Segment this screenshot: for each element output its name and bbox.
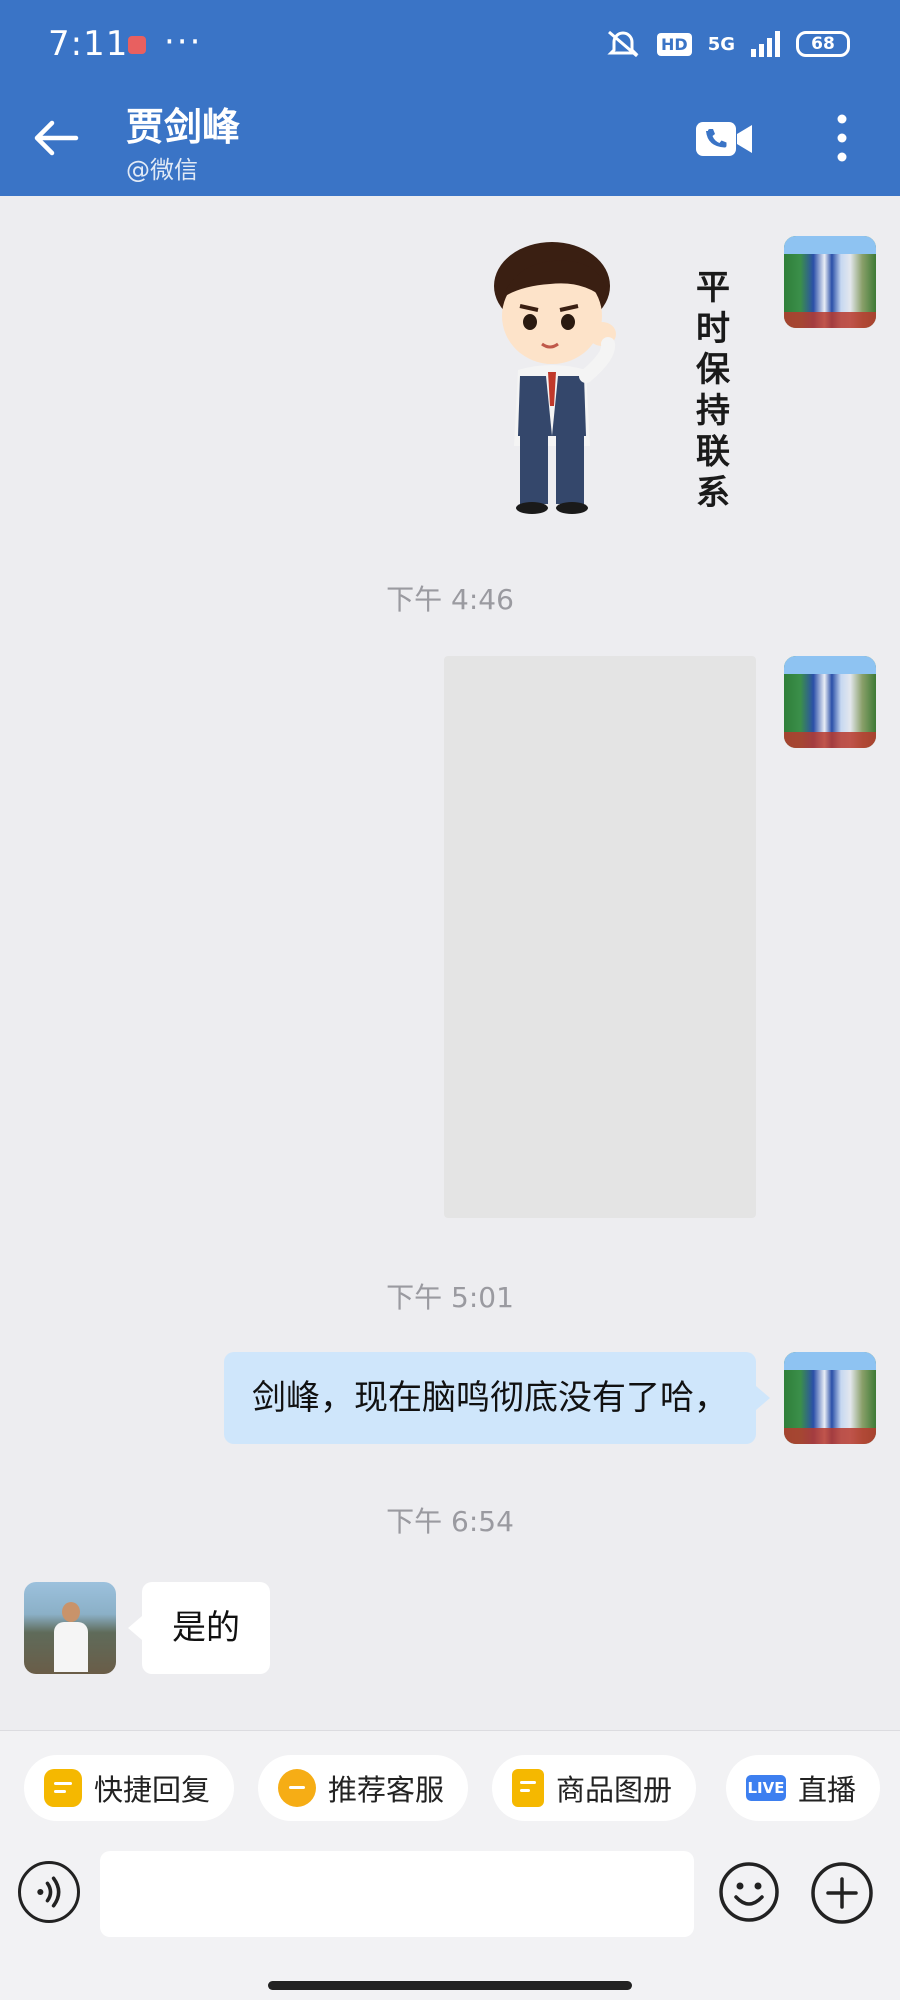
recommend-service-button[interactable]: 推荐客服 (258, 1755, 469, 1821)
video-call-icon[interactable] (696, 120, 754, 158)
back-arrow-icon[interactable] (30, 112, 82, 164)
quick-reply-button[interactable]: 快捷回复 (24, 1755, 235, 1821)
timestamp: 下午 4:46 (386, 583, 514, 616)
my-avatar[interactable] (784, 1352, 876, 1444)
plus-icon[interactable] (810, 1861, 874, 1925)
battery-icon: 68 (796, 31, 850, 57)
emoji-icon[interactable] (718, 1861, 780, 1923)
contact-source: @微信 (126, 156, 198, 184)
live-button[interactable]: LIVE 直播 (726, 1755, 881, 1821)
sticker-caption: 平时保持联系 (696, 268, 730, 513)
contact-photo (54, 1602, 88, 1674)
timestamp: 下午 6:54 (386, 1505, 514, 1538)
product-album-button[interactable]: 商品图册 (492, 1755, 697, 1821)
contact-avatar[interactable] (24, 1582, 116, 1674)
my-avatar[interactable] (784, 656, 876, 748)
more-options-icon[interactable] (830, 112, 854, 164)
home-indicator[interactable] (268, 1981, 632, 1990)
live-label: 直播 (798, 1773, 857, 1807)
hd-badge: HD (657, 32, 692, 56)
image-message[interactable] (444, 656, 756, 1218)
recommend-service-icon (278, 1769, 316, 1807)
timestamp: 下午 5:01 (386, 1281, 514, 1314)
quick-reply-icon (44, 1769, 82, 1807)
voice-input-icon[interactable] (18, 1861, 80, 1923)
contact-name: 贾剑峰 (126, 105, 241, 149)
mute-icon (607, 30, 639, 58)
product-album-icon (512, 1769, 544, 1807)
header-bar: 7:11 ··· HD 5G 68 贾剑峰 @微信 (0, 0, 900, 196)
quick-reply-label: 快捷回复 (94, 1773, 211, 1807)
status-indicators: HD 5G 68 (605, 28, 850, 60)
live-icon: LIVE (746, 1775, 786, 1801)
my-avatar[interactable] (784, 236, 876, 328)
product-album-label: 商品图册 (556, 1773, 673, 1807)
recommend-service-label: 推荐客服 (328, 1773, 445, 1807)
message-input[interactable] (100, 1851, 694, 1937)
status-time: 7:11 (48, 24, 129, 64)
signal-icon (751, 31, 780, 57)
app-notification-icon (128, 36, 146, 54)
incoming-message[interactable]: 是的 (128, 1582, 270, 1674)
status-more-dots: ··· (164, 22, 203, 62)
network-type: 5G (707, 33, 735, 55)
bottom-toolbar: 快捷回复 推荐客服 商品图册 LIVE 直播 (0, 1730, 900, 2000)
outgoing-message[interactable]: 剑峰，现在脑鸣彻底没有了哈， (224, 1352, 770, 1444)
